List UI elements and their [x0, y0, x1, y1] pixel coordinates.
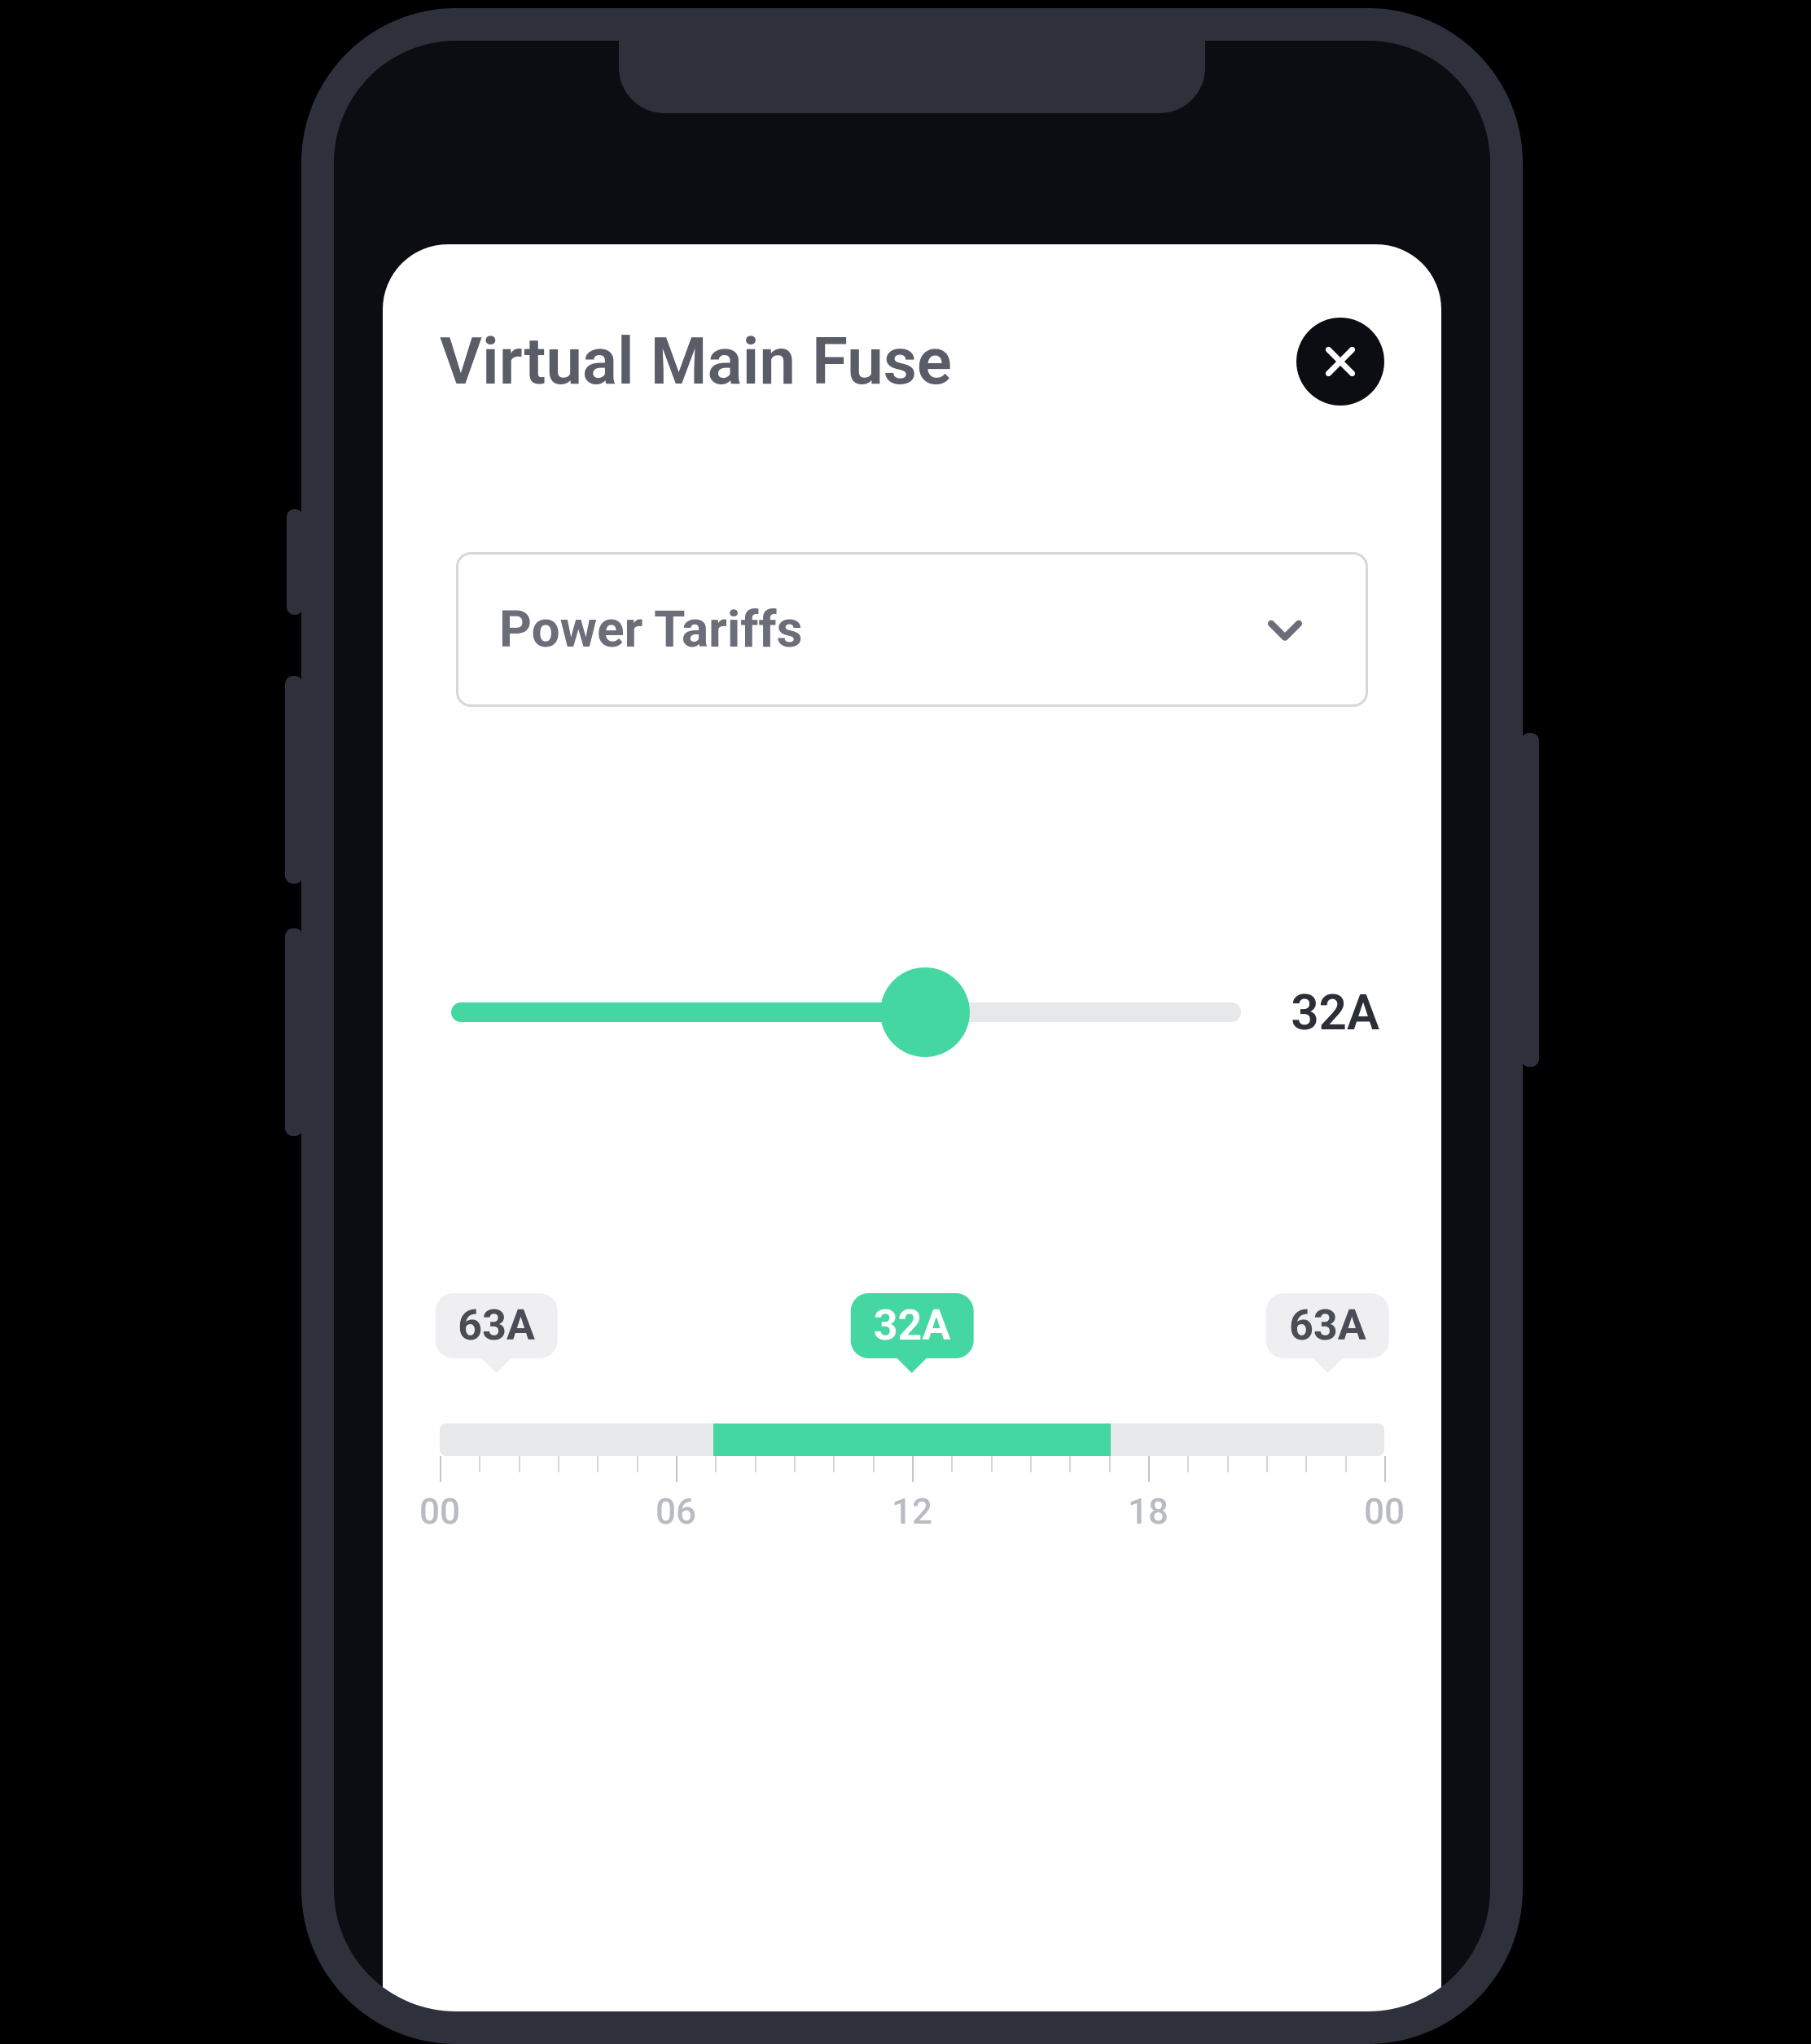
timeline-hour-label: 18	[1128, 1490, 1169, 1533]
slider-value: 32A	[1274, 984, 1379, 1042]
timeline-hour-label: 12	[892, 1490, 932, 1533]
device-screen: Virtual Main Fuse Power Tariffs	[334, 41, 1490, 2011]
close-icon	[1320, 341, 1361, 382]
page-title: Virtual Main Fuse	[440, 323, 952, 400]
slider-thumb[interactable]	[880, 967, 970, 1057]
timeline-hour-label: 00	[1364, 1490, 1405, 1533]
app-card: Virtual Main Fuse Power Tariffs	[383, 244, 1441, 2011]
slider-fill	[451, 1002, 925, 1022]
device-side-button	[285, 928, 303, 1136]
timeline-badge[interactable]: 32A	[851, 1293, 974, 1358]
chevron-down-icon	[1261, 606, 1309, 653]
timeline-hour-label: 00	[419, 1490, 460, 1533]
tariff-dropdown[interactable]: Power Tariffs	[456, 552, 1368, 707]
device-side-button	[285, 676, 303, 884]
timeline-hour-label: 06	[656, 1490, 696, 1533]
timeline-bar[interactable]	[440, 1423, 1384, 1456]
tariff-dropdown-label: Power Tariffs	[499, 600, 802, 660]
device-side-button	[287, 509, 303, 615]
device-side-button	[1521, 733, 1539, 1067]
device-notch	[619, 41, 1205, 113]
timeline-badge[interactable]: 63A	[1266, 1293, 1389, 1358]
timeline: 63A32A63A 0006121800	[440, 1293, 1384, 1554]
timeline-fill	[713, 1423, 1110, 1456]
fuse-slider[interactable]	[451, 967, 1241, 1057]
timeline-badge[interactable]: 63A	[435, 1293, 558, 1358]
device-frame: Virtual Main Fuse Power Tariffs	[301, 8, 1523, 2044]
timeline-ticks: 0006121800	[440, 1456, 1384, 1554]
close-button[interactable]	[1296, 318, 1384, 406]
